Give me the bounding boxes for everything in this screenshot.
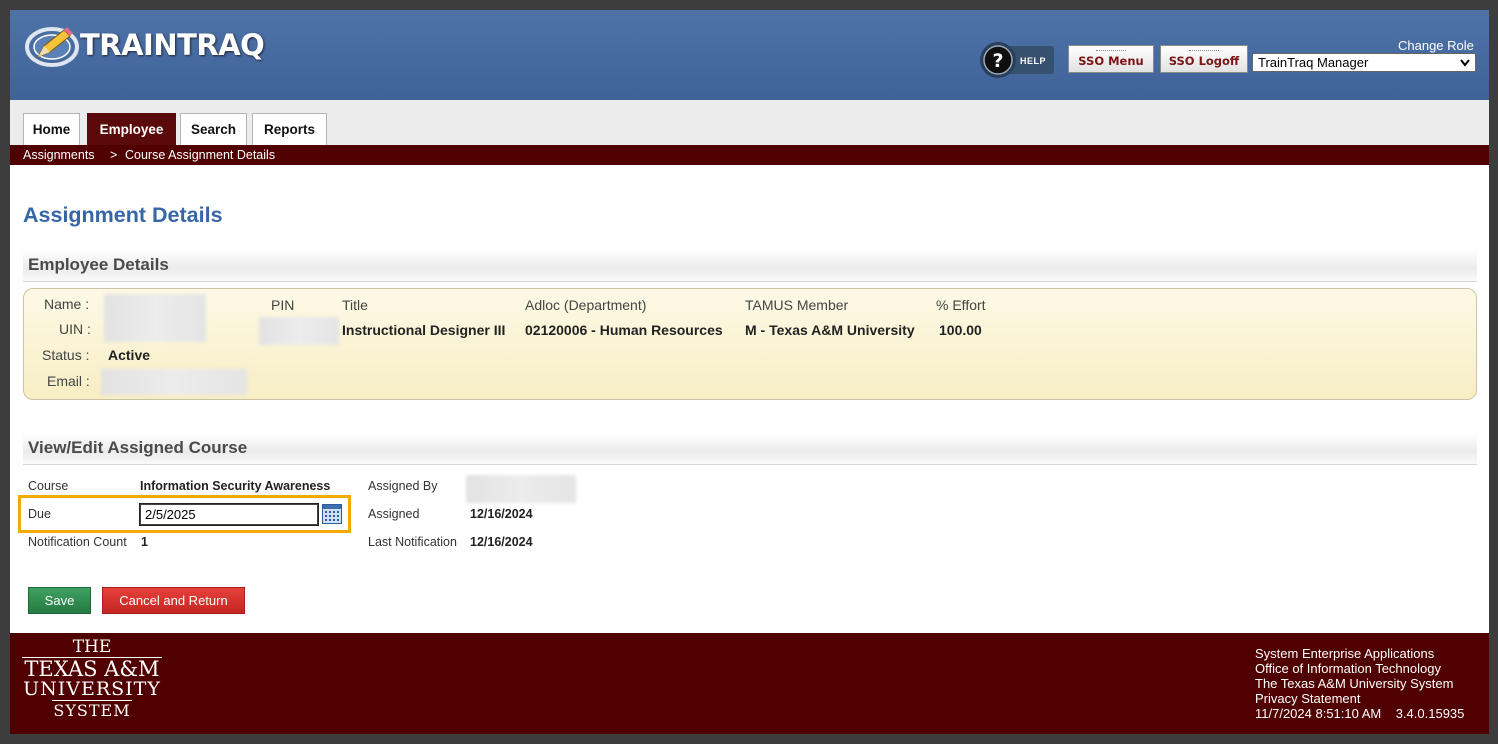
svg-text:?: ?	[992, 50, 1003, 72]
course-label: Course	[28, 479, 69, 493]
due-date-input[interactable]	[139, 503, 319, 526]
footer-meta: 11/7/2024 8:51:10 AM 3.4.0.15935	[1255, 706, 1464, 721]
employee-details-panel: Name : UIN : Status : Active Email : PIN…	[23, 288, 1477, 400]
adloc-value: 02120006 - Human Resources	[525, 322, 723, 338]
role-select[interactable]: TrainTraq Manager	[1252, 53, 1476, 72]
tamus-member-column-header: TAMUS Member	[745, 297, 849, 313]
last-notification-value: 12/16/2024	[470, 535, 533, 549]
title-value: Instructional Designer III	[342, 322, 506, 338]
redacted-name-uin	[104, 294, 206, 342]
sso-menu-button[interactable]: SSO Menu	[1068, 45, 1154, 73]
effort-value: 100.00	[939, 322, 982, 338]
assigned-by-label: Assigned By	[368, 479, 438, 493]
assigned-date-value: 12/16/2024	[470, 507, 533, 521]
tab-employee[interactable]: Employee	[87, 113, 176, 145]
calendar-icon[interactable]	[322, 504, 342, 524]
chevron-down-icon	[1459, 54, 1471, 76]
assigned-course-heading: View/Edit Assigned Course	[23, 433, 1477, 465]
tab-home[interactable]: Home	[23, 113, 80, 145]
help-label[interactable]: HELP	[1020, 56, 1046, 66]
last-notification-label: Last Notification	[368, 535, 457, 549]
breadcrumb-current: Course Assignment Details	[125, 148, 276, 162]
footer-link-oit[interactable]: Office of Information Technology	[1255, 661, 1464, 676]
breadcrumb-assignments-link[interactable]: Assignments	[23, 145, 95, 165]
app-window: TRAINTRAQ ? HELP SSO Menu SSO Logoff Cha…	[10, 10, 1489, 734]
status-value: Active	[108, 347, 151, 363]
tamus-logo: THE TEXAS A&M UNIVERSITY SYSTEM	[22, 637, 162, 720]
footer-link-tamus[interactable]: The Texas A&M University System	[1255, 676, 1464, 691]
tab-reports[interactable]: Reports	[252, 113, 327, 145]
assigned-label: Assigned	[368, 507, 420, 521]
tamus-member-value: M - Texas A&M University	[745, 322, 915, 338]
role-selected-value: TrainTraq Manager	[1258, 55, 1369, 70]
notification-count-value: 1	[141, 535, 148, 549]
adloc-column-header: Adloc (Department)	[525, 297, 647, 313]
name-label: Name :	[44, 296, 90, 312]
notification-count-label: Notification Count	[28, 535, 127, 549]
course-value: Information Security Awareness	[140, 479, 331, 493]
footer-link-sea[interactable]: System Enterprise Applications	[1255, 646, 1464, 661]
footer-version: 3.4.0.15935	[1395, 706, 1465, 721]
app-name: TRAINTRAQ	[80, 28, 265, 62]
breadcrumb-separator: >	[110, 148, 118, 162]
redacted-pin	[259, 317, 339, 345]
cancel-and-return-button[interactable]: Cancel and Return	[102, 587, 245, 614]
footer-links: System Enterprise Applications Office of…	[1255, 646, 1464, 721]
header-bar: TRAINTRAQ ? HELP SSO Menu SSO Logoff Cha…	[10, 10, 1489, 100]
employee-details-heading: Employee Details	[23, 250, 1477, 282]
footer-timestamp: 11/7/2024 8:51:10 AM	[1255, 706, 1382, 721]
due-label: Due	[28, 507, 51, 521]
sso-logoff-button[interactable]: SSO Logoff	[1160, 45, 1248, 73]
tab-search[interactable]: Search	[180, 113, 247, 145]
pin-column-header: PIN	[271, 297, 295, 313]
redacted-assigned-by	[466, 475, 576, 503]
status-label: Status :	[42, 347, 90, 363]
email-label: Email :	[47, 373, 90, 389]
breadcrumb: Assignments > Course Assignment Details	[10, 145, 1489, 165]
change-role-label: Change Role	[1398, 38, 1474, 53]
redacted-email	[101, 369, 247, 395]
main-nav: Home Employee Search Reports	[10, 100, 1489, 145]
page-title: Assignment Details	[23, 203, 223, 227]
uin-label: UIN :	[59, 321, 91, 337]
footer: THE TEXAS A&M UNIVERSITY SYSTEM System E…	[10, 633, 1489, 734]
title-column-header: Title	[342, 297, 368, 313]
effort-column-header: % Effort	[936, 297, 986, 313]
footer-link-privacy[interactable]: Privacy Statement	[1255, 691, 1464, 706]
save-button[interactable]: Save	[28, 587, 91, 614]
